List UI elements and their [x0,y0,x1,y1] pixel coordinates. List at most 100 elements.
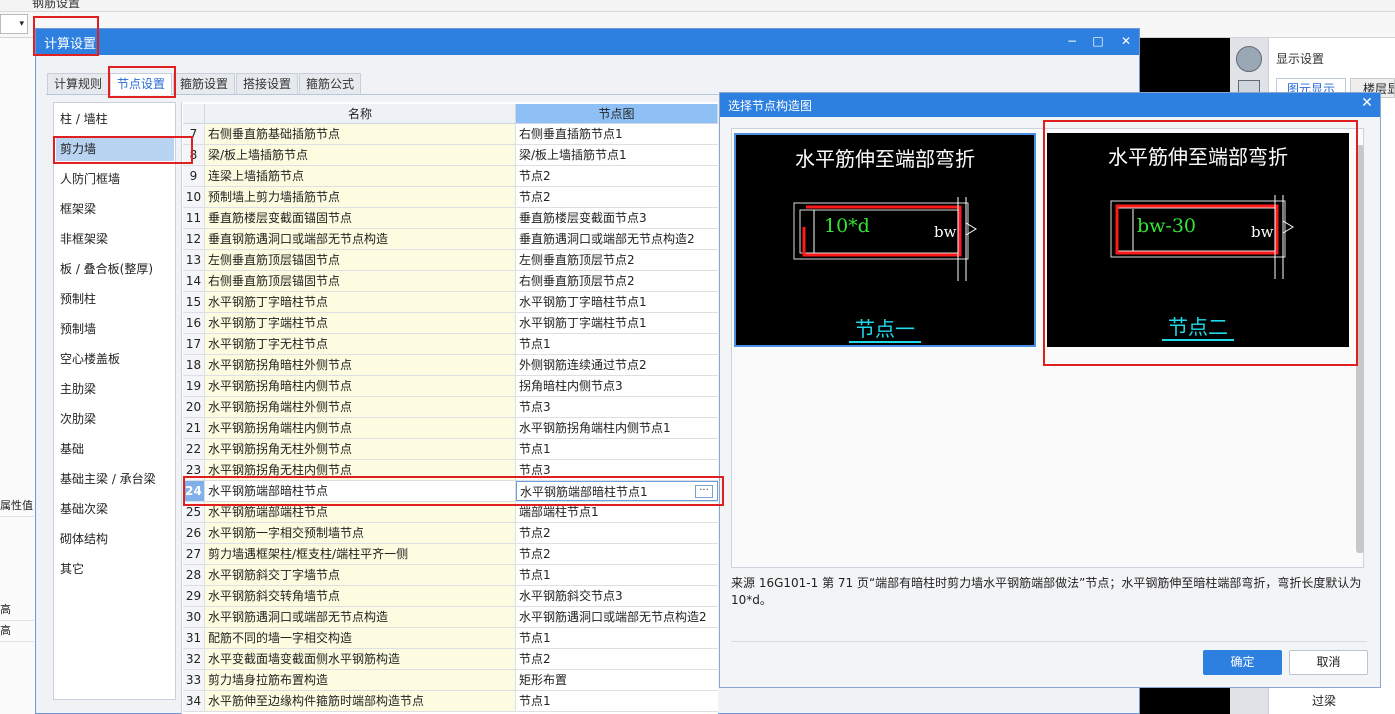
row-node-cell[interactable]: 节点2 [516,544,718,564]
row-name-cell[interactable]: 剪力墙遇框架柱/框支柱/端柱平齐一侧 [205,544,516,564]
row-node-cell[interactable]: 节点1 [516,691,718,711]
row-node-cell[interactable]: 水平钢筋遇洞口或端部无节点构造2 [516,607,718,627]
row-node-cell[interactable]: 节点1 [516,334,718,354]
row-node-cell[interactable]: 节点2 [516,166,718,186]
ellipsis-button[interactable]: ··· [695,485,713,498]
close-icon[interactable]: ✕ [1115,31,1137,51]
node-picker-title-bar[interactable] [720,93,1380,117]
maximize-icon[interactable]: □ [1087,31,1109,51]
row-name-cell[interactable]: 水平钢筋丁字无柱节点 [205,334,516,354]
row-name-cell[interactable]: 水平钢筋拐角无柱外侧节点 [205,439,516,459]
table-row[interactable]: 11 垂直筋楼层变截面锚固节点 垂直筋楼层变截面节点3 [183,208,718,229]
row-name-cell[interactable]: 水平钢筋拐角端柱外侧节点 [205,397,516,417]
row-node-cell[interactable]: 节点1 [516,628,718,648]
row-node-cell[interactable]: 节点1 [516,565,718,585]
category-item[interactable]: 预制墙 [56,317,174,341]
node-card-2[interactable]: 水平筋伸至端部弯折 bw-30 bw 节点二 [1047,133,1349,347]
table-row[interactable]: 9 连梁上墙插筋节点 节点2 [183,166,718,187]
row-node-cell[interactable]: 节点3 [516,397,718,417]
row-name-cell[interactable]: 水平钢筋丁字暗柱节点 [205,292,516,312]
grid-header-node[interactable]: 节点图 [516,104,718,124]
row-name-cell[interactable]: 水平钢筋斜交丁字墙节点 [205,565,516,585]
table-row[interactable]: 25 水平钢筋端部端柱节点 端部端柱节点1 [183,502,718,523]
row-name-cell[interactable]: 水平钢筋遇洞口或端部无节点构造 [205,607,516,627]
table-row[interactable]: 23 水平钢筋拐角无柱内侧节点 节点3 [183,460,718,481]
row-name-cell[interactable]: 配筋不同的墙一字相交构造 [205,628,516,648]
dialog-title-bar[interactable] [36,29,1139,55]
table-row[interactable]: 17 水平钢筋丁字无柱节点 节点1 [183,334,718,355]
cancel-button[interactable]: 取消 [1289,650,1368,675]
row-node-cell[interactable]: 垂直筋楼层变截面节点3 [516,208,718,228]
minimize-icon[interactable]: − [1061,31,1083,51]
table-row[interactable]: 21 水平钢筋拐角端柱内侧节点 水平钢筋拐角端柱内侧节点1 [183,418,718,439]
table-row[interactable]: 15 水平钢筋丁字暗柱节点 水平钢筋丁字暗柱节点1 [183,292,718,313]
category-item[interactable]: 基础主梁 / 承台梁 [56,467,174,491]
table-row[interactable]: 33 剪力墙身拉筋布置构造 矩形布置 [183,670,718,691]
table-row[interactable]: 20 水平钢筋拐角端柱外侧节点 节点3 [183,397,718,418]
row-name-cell[interactable]: 水平钢筋拐角暗柱外侧节点 [205,355,516,375]
globe-icon[interactable] [1236,46,1262,72]
table-row[interactable]: 10 预制墙上剪力墙插筋节点 节点2 [183,187,718,208]
row-name-cell[interactable]: 水平钢筋一字相交预制墙节点 [205,523,516,543]
tab-calc-rules[interactable]: 计算规则 [47,73,110,94]
row-name-cell[interactable]: 连梁上墙插筋节点 [205,166,516,186]
category-item[interactable]: 主肋梁 [56,377,174,401]
category-item[interactable]: 非框架梁 [56,227,174,251]
row-node-cell[interactable]: 左侧垂直筋顶层节点2 [516,250,718,270]
category-item[interactable]: 空心楼盖板 [56,347,174,371]
row-node-cell[interactable]: 水平钢筋丁字暗柱节点1 [516,292,718,312]
row-node-cell[interactable]: 节点2 [516,649,718,669]
category-item[interactable]: 次肋梁 [56,407,174,431]
table-row[interactable]: 31 配筋不同的墙一字相交构造 节点1 [183,628,718,649]
table-row[interactable]: 7 右侧垂直筋基础插筋节点 右侧垂直插筋节点1 [183,124,718,145]
row-name-cell[interactable]: 水平钢筋端部端柱节点 [205,502,516,522]
row-name-cell[interactable]: 垂直筋楼层变截面锚固节点 [205,208,516,228]
row-node-cell[interactable]: 梁/板上墙插筋节点1 [516,145,718,165]
table-row[interactable]: 26 水平钢筋一字相交预制墙节点 节点2 [183,523,718,544]
row-node-cell[interactable]: 右侧垂直插筋节点1 [516,124,718,144]
category-item[interactable]: 柱 / 墙柱 [56,107,174,131]
category-item[interactable]: 框架梁 [56,197,174,221]
row-node-cell[interactable]: 拐角暗柱内侧节点3 [516,376,718,396]
category-item[interactable]: 其它 [56,557,174,581]
tab-lap-settings[interactable]: 搭接设置 [236,73,299,94]
row-node-cell[interactable]: 水平钢筋丁字端柱节点1 [516,313,718,333]
grid-header-name[interactable]: 名称 [205,104,516,124]
row-node-cell[interactable]: 右侧垂直筋顶层节点2 [516,271,718,291]
table-row[interactable]: 14 右侧垂直筋顶层锚固节点 右侧垂直筋顶层节点2 [183,271,718,292]
row-node-cell[interactable]: 水平钢筋拐角端柱内侧节点1 [516,418,718,438]
row-name-cell[interactable]: 水平钢筋丁字端柱节点 [205,313,516,333]
row-node-cell[interactable]: 节点1 [516,439,718,459]
table-row[interactable]: 19 水平钢筋拐角暗柱内侧节点 拐角暗柱内侧节点3 [183,376,718,397]
table-row[interactable]: 12 垂直钢筋遇洞口或端部无节点构造 垂直筋遇洞口或端部无节点构造2 [183,229,718,250]
table-row[interactable]: 34 水平筋伸至边缘构件箍筋时端部构造节点 节点1 [183,691,718,712]
ok-button[interactable]: 确定 [1203,650,1282,675]
table-row[interactable]: 16 水平钢筋丁字端柱节点 水平钢筋丁字端柱节点1 [183,313,718,334]
row-name-cell[interactable]: 水平钢筋斜交转角墙节点 [205,586,516,606]
category-item[interactable]: 人防门框墙 [56,167,174,191]
row-name-cell[interactable]: 水平钢筋拐角暗柱内侧节点 [205,376,516,396]
row-name-cell[interactable]: 水平钢筋拐角端柱内侧节点 [205,418,516,438]
table-row[interactable]: 22 水平钢筋拐角无柱外侧节点 节点1 [183,439,718,460]
category-item[interactable]: 板 / 叠合板(整厚) [56,257,174,281]
row-node-cell[interactable]: 水平钢筋斜交节点3 [516,586,718,606]
tab-stirrup-formula[interactable]: 箍筋公式 [299,73,362,94]
table-row[interactable]: 13 左侧垂直筋顶层锚固节点 左侧垂直筋顶层节点2 [183,250,718,271]
table-row[interactable]: 24 水平钢筋端部暗柱节点 水平钢筋端部暗柱节点1 ··· [183,481,718,502]
node-card-1[interactable]: 水平筋伸至端部弯折 10*d bw 节点一 [734,133,1036,347]
row-name-cell[interactable]: 水平钢筋端部暗柱节点 [205,481,516,501]
vertical-scrollbar[interactable] [1356,145,1364,553]
category-item[interactable]: 剪力墙 [56,137,174,161]
category-item[interactable]: 砌体结构 [56,527,174,551]
row-node-cell[interactable]: 矩形布置 [516,670,718,690]
table-row[interactable]: 27 剪力墙遇框架柱/框支柱/端柱平齐一侧 节点2 [183,544,718,565]
row-node-cell[interactable]: 水平钢筋端部暗柱节点1 ··· [516,481,718,501]
row-node-cell[interactable]: 节点2 [516,187,718,207]
tab-stirrup-settings[interactable]: 箍筋设置 [173,73,236,94]
background-tree-item[interactable]: 过梁 [1312,692,1336,709]
tab-node-settings[interactable]: 节点设置 [110,73,173,95]
row-name-cell[interactable]: 右侧垂直筋基础插筋节点 [205,124,516,144]
row-name-cell[interactable]: 水平筋伸至边缘构件箍筋时端部构造节点 [205,691,516,711]
row-node-cell[interactable]: 节点3 [516,460,718,480]
row-node-cell[interactable]: 外侧钢筋连续通过节点2 [516,355,718,375]
